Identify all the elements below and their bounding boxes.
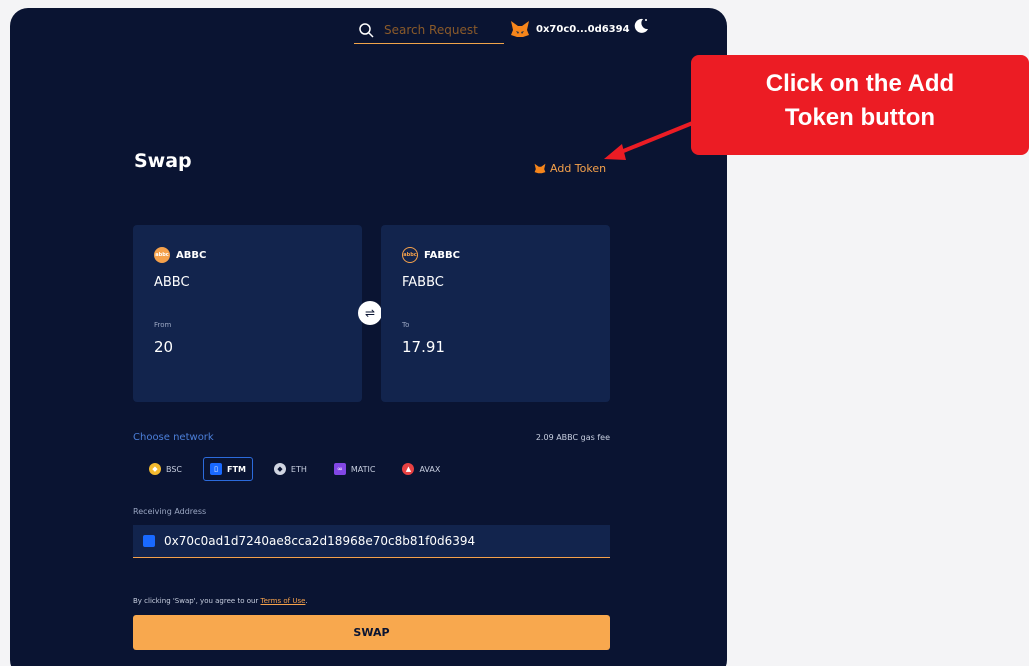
theme-toggle-moon-icon[interactable] (632, 17, 650, 35)
receiving-address-input[interactable] (164, 534, 584, 548)
ftm-icon: ▯ (210, 463, 223, 475)
network-selector: ◆ BSC ▯ FTM ◆ ETH ∞ MATIC ▲ AVAX (143, 457, 461, 481)
page-title: Swap (134, 150, 192, 172)
network-option-eth[interactable]: ◆ ETH (268, 457, 313, 481)
network-option-ftm[interactable]: ▯ FTM (203, 457, 253, 481)
from-token-card[interactable]: abbc ABBC ABBC From 20 (133, 225, 362, 402)
gas-fee-text: 2.09 ABBC gas fee (535, 433, 610, 442)
choose-network-label: Choose network (133, 432, 214, 443)
top-bar: Search Request 0x70c0...0d6394 (10, 8, 727, 48)
metamask-fox-icon (534, 163, 546, 174)
to-token-symbol: FABBC (424, 249, 461, 261)
abbc-coin-icon: abbc (154, 247, 170, 263)
from-token-name: ABBC (154, 275, 190, 290)
network-option-bsc[interactable]: ◆ BSC (143, 457, 188, 481)
network-option-label: ETH (290, 464, 307, 474)
terms-prefix: By clicking 'Swap', you agree to our (133, 597, 261, 605)
receiving-address-field[interactable] (133, 525, 610, 558)
to-token-name: FABBC (402, 275, 444, 290)
ftm-icon (143, 535, 155, 547)
from-amount-input[interactable]: 20 (154, 338, 173, 356)
terms-suffix: . (305, 597, 308, 605)
eth-icon: ◆ (273, 463, 286, 475)
swap-button[interactable]: SWAP (133, 615, 610, 650)
to-token-card[interactable]: abbc FABBC FABBC To 17.91 (381, 225, 610, 402)
from-amount-label: From (154, 321, 172, 329)
matic-icon: ∞ (333, 463, 346, 475)
callout-line-1: Click on the Add (765, 70, 955, 97)
search-box[interactable]: Search Request (354, 16, 504, 44)
add-token-button[interactable]: Add Token (534, 162, 606, 175)
to-amount-value: 17.91 (402, 338, 445, 356)
terms-of-use-link[interactable]: Terms of Use (261, 597, 306, 605)
callout-line-2: Token button (784, 104, 936, 131)
network-option-label: FTM (227, 464, 246, 474)
swap-app-window: Search Request 0x70c0...0d6394 Swap Add … (10, 8, 727, 666)
bsc-icon: ◆ (149, 463, 161, 475)
metamask-fox-icon (511, 21, 529, 37)
search-input[interactable]: Search Request (384, 23, 478, 37)
avax-icon: ▲ (402, 463, 415, 475)
network-option-matic[interactable]: ∞ MATIC (328, 457, 382, 481)
network-option-label: AVAX (419, 464, 441, 474)
annotation-callout: Click on the Add Token button (691, 55, 1029, 155)
from-token-header: abbc ABBC (154, 247, 206, 263)
wallet-button[interactable]: 0x70c0...0d6394 (510, 18, 630, 40)
network-option-label: MATIC (350, 464, 376, 474)
search-icon (359, 22, 374, 38)
swap-arrows-icon: ⇌ (364, 306, 376, 320)
network-option-label: BSC (166, 464, 183, 474)
fabbc-coin-icon: abbc (402, 247, 418, 263)
receiving-address-label: Receiving Address (133, 507, 207, 516)
wallet-address: 0x70c0...0d6394 (536, 23, 630, 35)
terms-notice: By clicking 'Swap', you agree to our Ter… (133, 597, 308, 605)
add-token-label: Add Token (550, 162, 607, 175)
network-option-avax[interactable]: ▲ AVAX (396, 457, 446, 481)
swap-direction-button[interactable]: ⇌ (358, 301, 382, 325)
from-token-symbol: ABBC (176, 249, 207, 261)
to-amount-label: To (402, 321, 410, 329)
to-token-header: abbc FABBC (402, 247, 460, 263)
